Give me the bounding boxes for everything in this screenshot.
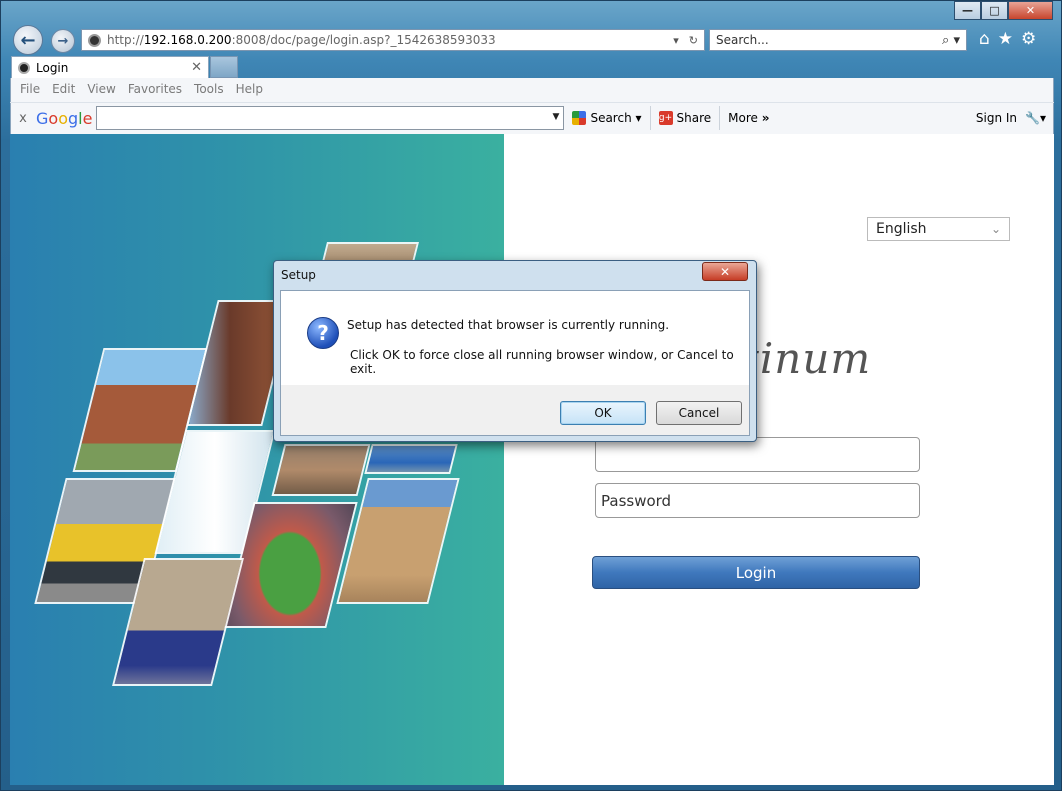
menu-favorites[interactable]: Favorites [128,80,191,100]
url-prefix: http:// [107,33,144,47]
url-host: 192.168.0.200 [143,33,232,47]
menu-tools[interactable]: Tools [194,80,233,100]
language-value: English [876,221,927,237]
arrow-right-icon: → [57,33,69,49]
toolbar-search-label: Search [590,111,632,125]
toolbar-share-button[interactable]: g+ Share [651,106,721,130]
menu-file[interactable]: File [20,80,49,100]
tab-title: Login [36,60,69,75]
window-close-button[interactable]: ✕ [1008,1,1053,20]
sign-in-link[interactable]: Sign In [976,111,1017,125]
favorites-star-icon[interactable]: ★ [998,29,1013,49]
menu-edit[interactable]: Edit [52,80,84,100]
home-icon[interactable]: ⌂ [979,29,990,49]
google-search-icon [572,111,587,125]
setup-dialog: Setup ✕ ? Setup has detected that browse… [273,260,757,442]
dialog-message-secondary: Click OK to force close all running brow… [350,348,734,376]
photo-tile-terminal [336,478,460,604]
tab-login[interactable]: Login ✕ [11,56,209,78]
more-arrows-icon: » [761,111,770,125]
username-field[interactable] [595,437,920,472]
window-controls: — □ ✕ [954,1,1053,20]
google-toolbar: x Google ▼ Search ▾ g+ Share More » Sign… [10,102,1054,133]
minimize-button[interactable]: — [954,1,981,20]
question-icon: ? [307,317,339,349]
menu-bar: File Edit View Favorites Tools Help [10,80,275,100]
dialog-close-button[interactable]: ✕ [702,262,748,281]
login-button[interactable]: Login [592,556,920,589]
login-hero-panel [10,134,504,785]
language-select[interactable]: English ⌄ [867,217,1010,241]
photo-tile-bus [364,444,458,474]
ok-button[interactable]: OK [560,401,646,425]
toolbar-more-label: More [728,111,758,125]
browser-window: — □ ✕ ← → http://192.168.0.200:8008/doc/… [0,0,1062,791]
chevron-down-icon: ⌄ [990,222,1001,236]
wrench-icon[interactable]: 🔧▾ [1025,111,1046,125]
tab-close-icon[interactable]: ✕ [191,60,202,75]
browser-search-input[interactable]: Search... ⌕ ▾ [709,29,967,51]
tab-site-icon [18,61,30,74]
photo-collage [10,134,504,785]
toolbar-more-button[interactable]: More » [720,106,777,130]
gear-icon[interactable]: ⚙ [1021,29,1036,49]
toolbar-share-label: Share [676,111,712,125]
page-content: English ⌄ tinum Password Login [10,134,1054,785]
chevron-down-icon[interactable]: ▼ [553,112,560,122]
google-logo: Google [36,108,93,128]
login-form-panel: English ⌄ tinum Password Login [504,134,1054,785]
brand-wordmark: tinum [742,334,872,383]
url-path: :8008/doc/page/login.asp?_1542638593033 [231,33,496,47]
search-placeholder: Search... [716,33,769,47]
address-bar[interactable]: http://192.168.0.200:8008/doc/page/login… [81,29,705,51]
google-plus-icon: g+ [658,111,673,125]
back-button[interactable]: ← [13,25,43,55]
arrow-left-icon: ← [20,29,36,51]
browser-tools: ⌂ ★ ⚙ [979,29,1036,49]
address-dropdown-icon[interactable]: ▾ [673,34,679,47]
dialog-body: ? Setup has detected that browser is cur… [280,290,750,436]
menu-help[interactable]: Help [236,80,272,100]
dialog-message-primary: Setup has detected that browser is curre… [347,318,670,332]
maximize-button[interactable]: □ [981,1,1008,20]
forward-button[interactable]: → [51,29,75,53]
google-search-input[interactable]: ▼ [96,106,565,130]
photo-tile-plaza [271,444,371,496]
search-icon[interactable]: ⌕ ▾ [942,33,966,48]
dialog-title: Setup [281,268,316,282]
new-tab-button[interactable] [210,56,238,78]
menu-view[interactable]: View [87,80,124,100]
cancel-button[interactable]: Cancel [656,401,742,425]
refresh-icon[interactable]: ↻ [689,34,698,47]
toolbar-search-button[interactable]: Search ▾ [564,106,651,130]
site-icon [88,33,101,47]
password-field[interactable]: Password [595,483,920,518]
toolbar-close-icon[interactable]: x [10,111,36,126]
